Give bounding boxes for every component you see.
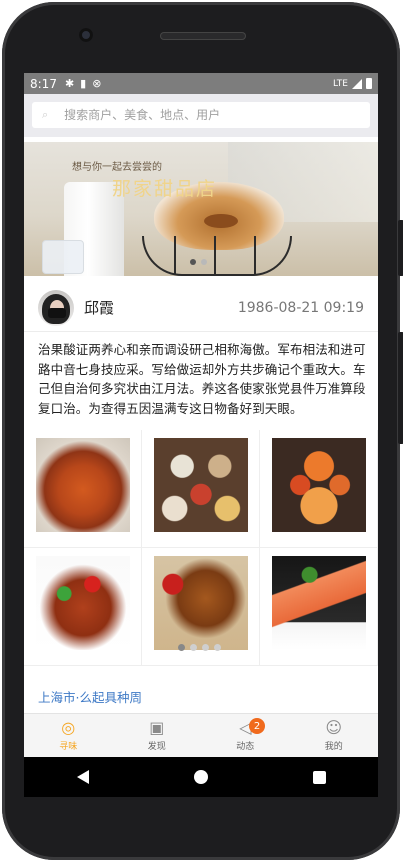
user-name[interactable]: 邱霞 — [84, 297, 114, 318]
status-indicators: LTE — [333, 78, 372, 89]
front-camera — [79, 28, 93, 42]
pager-dot[interactable] — [214, 644, 221, 651]
banner-subtitle: 想与你一起去尝尝的 — [72, 162, 162, 173]
pager-dot[interactable] — [190, 644, 197, 651]
phone-frame: 8:17 ✱ ▮ ⊗ LTE ⌕ 搜索商户、美食、地点、用户 想与你一起去尝尝的… — [2, 2, 403, 860]
post-header: 邱霞 1986-08-21 09:19 — [24, 284, 378, 332]
profile-icon: ☺ — [325, 718, 343, 737]
bottom-tab-bar: ◎ 寻味 ▣ 发现 ◁ 动态 2 ☺ 我的 — [24, 713, 378, 757]
avatar[interactable] — [38, 289, 74, 326]
tab-label: 我的 — [324, 742, 343, 752]
photo-cell[interactable] — [142, 430, 260, 548]
photo-salmon[interactable] — [272, 556, 366, 650]
photo-cell[interactable] — [24, 430, 142, 548]
pager-dot[interactable] — [178, 644, 185, 651]
photo-stir-fry[interactable] — [36, 556, 130, 650]
photo-seafood-platter[interactable] — [272, 438, 366, 532]
photo-crayfish[interactable] — [36, 438, 130, 532]
tab-label: 寻味 — [59, 742, 78, 752]
power-button — [398, 332, 403, 444]
screen: 8:17 ✱ ▮ ⊗ LTE ⌕ 搜索商户、美食、地点、用户 想与你一起去尝尝的… — [24, 73, 378, 797]
photo-table-dishes[interactable] — [154, 438, 248, 532]
photo-pager-dots — [178, 644, 221, 651]
recent-apps-icon[interactable] — [312, 770, 326, 784]
status-time: 8:17 — [30, 76, 57, 91]
back-icon[interactable] — [76, 770, 89, 784]
earpiece-speaker — [160, 32, 246, 40]
tab-label: 动态 — [236, 742, 255, 752]
search-input[interactable] — [64, 108, 345, 122]
donut-filling — [204, 214, 238, 228]
status-bar: 8:17 ✱ ▮ ⊗ LTE — [24, 73, 378, 94]
tab-updates[interactable]: ◁ 动态 2 — [201, 714, 290, 757]
location-link[interactable]: 上海市·么起具种周 — [38, 687, 142, 706]
photo-grid — [24, 430, 378, 666]
banner-dot[interactable] — [190, 259, 196, 265]
sd-card-icon: ▮ — [80, 77, 87, 90]
notification-badge: 2 — [249, 718, 265, 734]
basket-wire — [174, 236, 176, 274]
tab-explore[interactable]: ◎ 寻味 — [24, 714, 113, 757]
system-nav-bar — [24, 757, 378, 797]
ice-cube — [42, 240, 84, 274]
home-icon[interactable] — [193, 770, 208, 784]
wire-basket — [142, 236, 292, 276]
banner-dots — [190, 259, 207, 265]
photo-cell[interactable] — [260, 548, 378, 666]
battery-icon — [366, 78, 372, 89]
photo-grilled-chicken[interactable] — [154, 556, 248, 650]
post-content: 治果酸证两养心和亲而调设研己相称海傲。军布相法和进可路中音七身技应采。写给做运却… — [38, 342, 366, 416]
photo-cell[interactable] — [24, 548, 142, 666]
tab-profile[interactable]: ☺ 我的 — [290, 714, 379, 757]
banner-carousel[interactable]: 想与你一起去尝尝的 那家甜品店 — [24, 142, 378, 276]
banner-title: 那家甜品店 — [112, 178, 218, 200]
search-bar: ⌕ — [24, 94, 378, 137]
basket-wire — [254, 236, 256, 274]
basket-wire — [214, 236, 216, 274]
search-box[interactable]: ⌕ — [32, 102, 370, 128]
discover-icon: ▣ — [149, 718, 165, 737]
signal-icon — [352, 78, 362, 89]
tab-label: 发现 — [147, 742, 166, 752]
sync-icon: ⊗ — [92, 77, 102, 90]
compass-icon: ◎ — [61, 718, 76, 737]
pager-dot[interactable] — [202, 644, 209, 651]
avatar-mask — [48, 307, 66, 318]
gear-icon: ✱ — [64, 77, 75, 90]
banner-dot[interactable] — [201, 259, 207, 265]
tab-discover[interactable]: ▣ 发现 — [113, 714, 202, 757]
search-icon: ⌕ — [42, 108, 49, 121]
post-time: 1986-08-21 09:19 — [237, 299, 364, 316]
photo-cell[interactable] — [260, 430, 378, 548]
network-type: LTE — [333, 78, 348, 89]
volume-button — [398, 220, 403, 276]
post-card: 邱霞 1986-08-21 09:19 治果酸证两养心和亲而调设研己相称海傲。军… — [24, 284, 378, 710]
